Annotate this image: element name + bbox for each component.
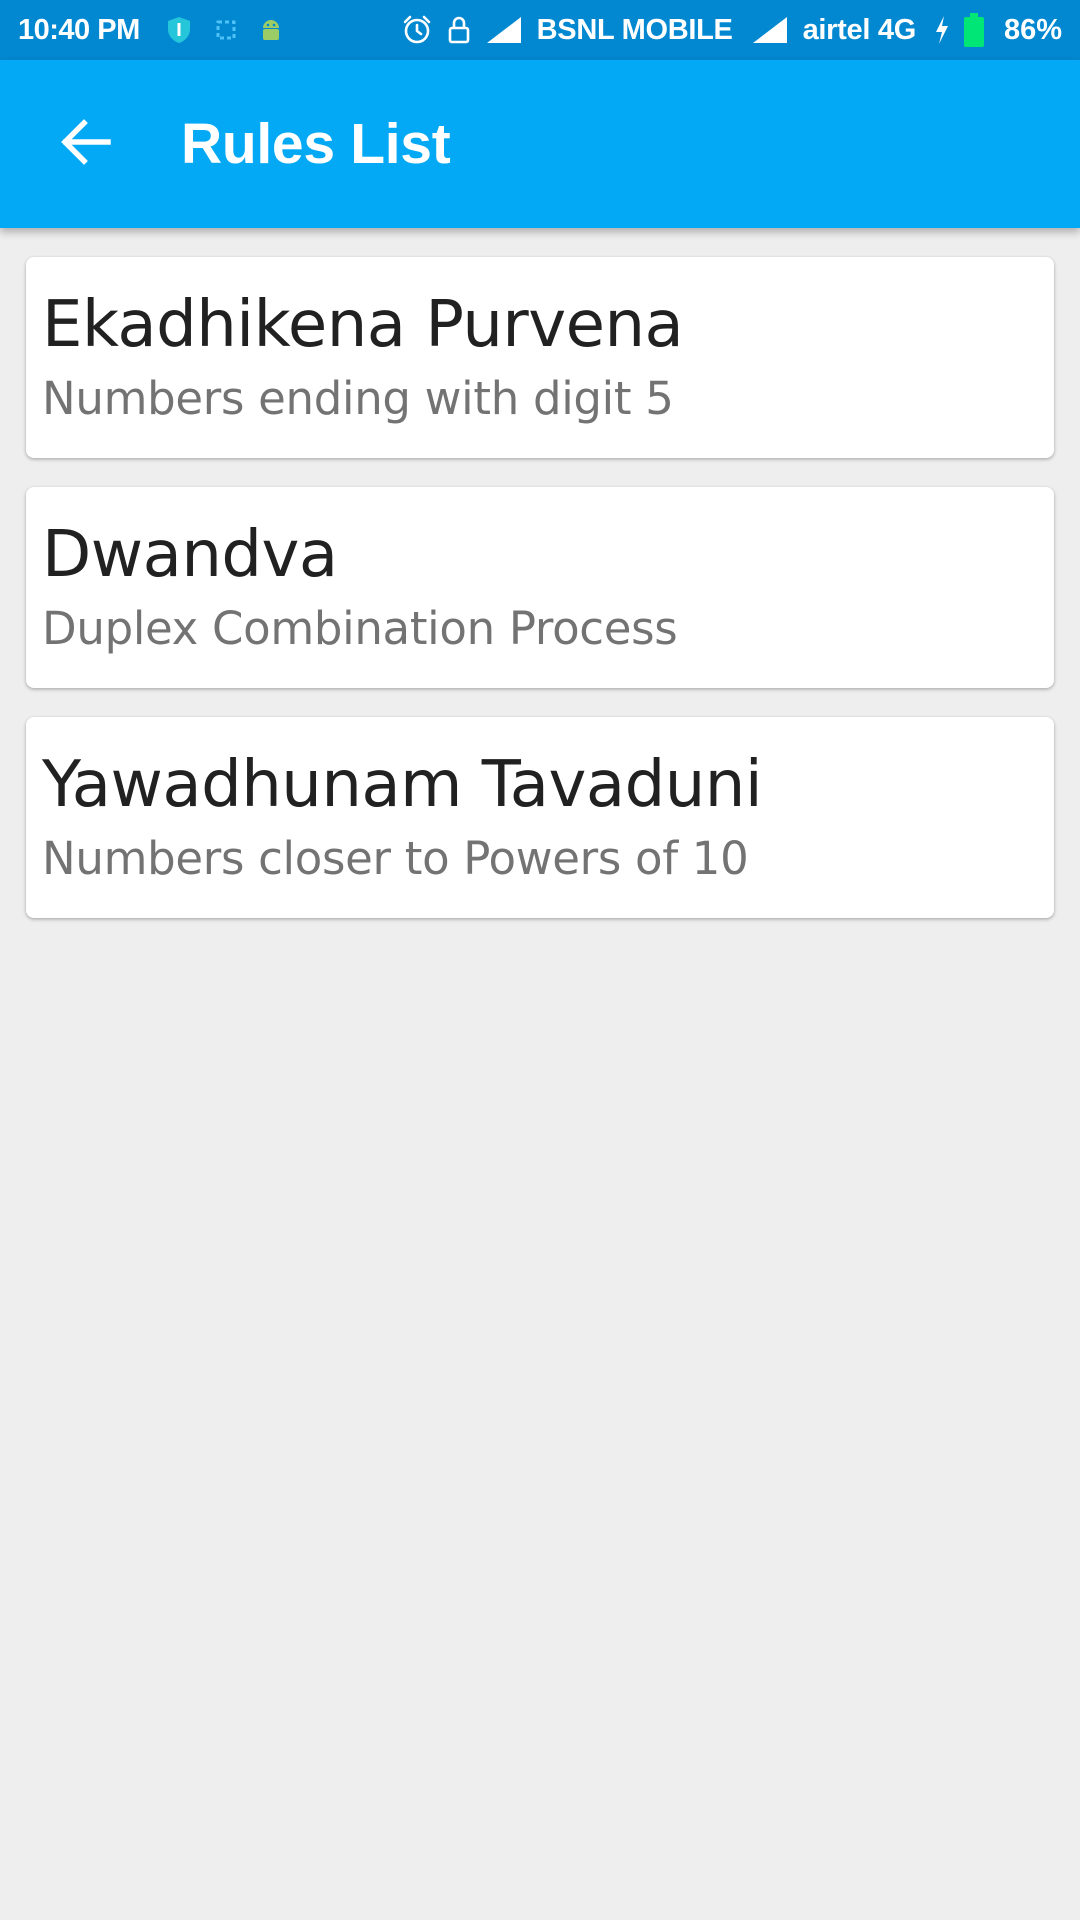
rule-title: Yawadhunam Tavaduni bbox=[42, 748, 763, 822]
rule-title: Ekadhikena Purvena bbox=[42, 288, 684, 362]
charging-icon bbox=[934, 15, 950, 45]
status-time: 10:40 PM bbox=[18, 13, 140, 46]
android-icon bbox=[260, 17, 282, 43]
alarm-icon bbox=[401, 14, 433, 46]
carrier-2-label: airtel 4G bbox=[802, 13, 917, 46]
rules-list: Ekadhikena Purvena Numbers ending with d… bbox=[26, 257, 1054, 947]
rule-subtitle: Numbers closer to Powers of 10 bbox=[42, 832, 749, 885]
rule-card-dwandva[interactable]: Dwandva Duplex Combination Process bbox=[26, 487, 1054, 688]
status-bar-left: 10:40 PM bbox=[18, 14, 304, 47]
signal-icon bbox=[751, 15, 789, 45]
status-bar-right: BSNL MOBILE airtel 4G 86% bbox=[401, 13, 1062, 47]
screenshot-icon bbox=[214, 18, 238, 42]
status-bar: 10:40 PM BSNL MOBILE airtel 4G 86% bbox=[0, 0, 1080, 60]
app-bar: Rules List bbox=[0, 60, 1080, 228]
lock-icon bbox=[447, 15, 471, 45]
rule-subtitle: Duplex Combination Process bbox=[42, 602, 678, 655]
back-button[interactable] bbox=[35, 94, 135, 194]
battery-percent: 86% bbox=[1003, 13, 1062, 46]
rule-card-ekadhikena-purvena[interactable]: Ekadhikena Purvena Numbers ending with d… bbox=[26, 257, 1054, 458]
page-title: Rules List bbox=[181, 112, 451, 176]
battery-icon bbox=[963, 13, 984, 47]
arrow-left-icon bbox=[58, 118, 112, 171]
rule-card-yawadhunam-tavaduni[interactable]: Yawadhunam Tavaduni Numbers closer to Po… bbox=[26, 717, 1054, 918]
signal-icon bbox=[485, 15, 523, 45]
shield-icon bbox=[166, 16, 192, 44]
carrier-1-label: BSNL MOBILE bbox=[536, 13, 733, 46]
rule-title: Dwandva bbox=[42, 518, 338, 592]
rule-subtitle: Numbers ending with digit 5 bbox=[42, 372, 674, 425]
